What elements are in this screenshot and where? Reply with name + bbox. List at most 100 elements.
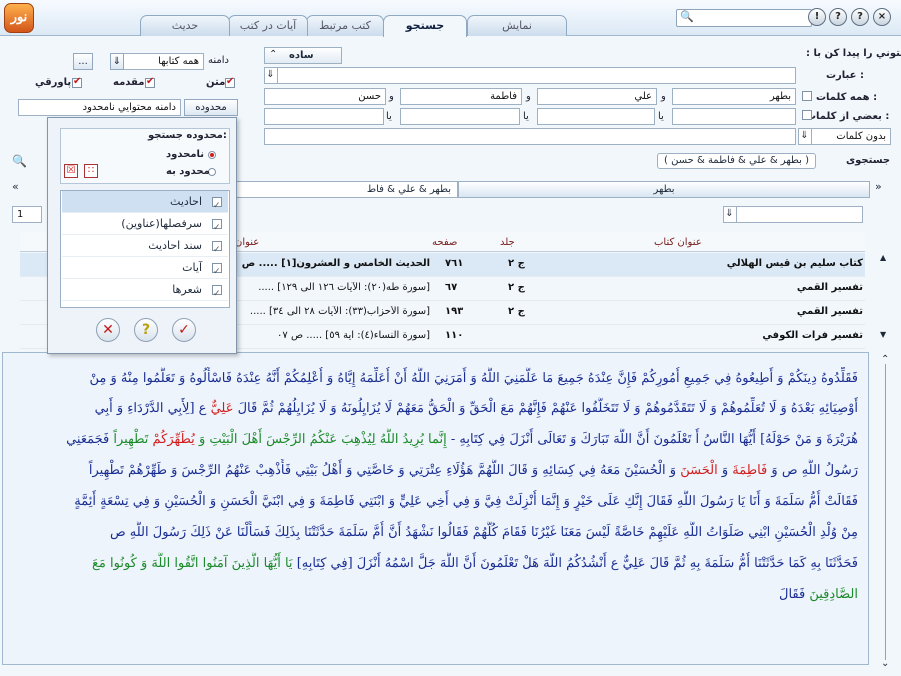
col-title-header[interactable]: عنوان bbox=[235, 237, 259, 248]
quick-search-input[interactable]: 🔍 bbox=[676, 9, 812, 27]
all-word-4-input[interactable]: حسن bbox=[264, 88, 386, 105]
search-mode-select[interactable]: ⌃ ساده bbox=[264, 47, 342, 64]
popup-help-button[interactable]: ? bbox=[134, 318, 158, 342]
all-word-2-input[interactable]: علي bbox=[537, 88, 657, 105]
range-list: احاديث سرفصلها(عناوين) سند احاديث آيات ش… bbox=[60, 190, 230, 308]
unselect-all-icon[interactable]: ☒ bbox=[64, 164, 78, 178]
chevron-down-icon[interactable]: ⇓ bbox=[110, 53, 124, 70]
search-mode-value: ساده bbox=[289, 50, 314, 61]
text-line: مِنْ وُلْدِ الْحُسَيْنِ ابْنِي صَلَوَاتُ… bbox=[109, 525, 858, 540]
radio-unlimited-label: نامحدود bbox=[166, 149, 205, 160]
chevron-up-icon: ⌃ bbox=[269, 49, 278, 60]
or-label-2: يا bbox=[523, 111, 529, 122]
search-icon: 🔍 bbox=[680, 10, 694, 23]
select-all-icon[interactable]: ∷ bbox=[84, 164, 98, 178]
some-word-4-input[interactable] bbox=[264, 108, 384, 125]
all-word-3-input[interactable]: فاطمة bbox=[400, 88, 522, 105]
and-label-1: و bbox=[661, 91, 666, 102]
row-page: ٦٧ bbox=[445, 282, 458, 293]
chevron-down-icon[interactable]: ⇓ bbox=[264, 67, 278, 84]
chevron-down-icon[interactable]: ⌄ bbox=[881, 658, 891, 669]
intro-checkbox[interactable] bbox=[145, 76, 155, 88]
list-item[interactable]: احاديث bbox=[62, 191, 228, 217]
col-book-header[interactable]: عنوان كتاب bbox=[654, 237, 702, 248]
app-logo: نور bbox=[4, 3, 34, 33]
all-words-label: همه كلمات : bbox=[816, 92, 878, 103]
text-checkbox[interactable] bbox=[225, 76, 235, 88]
hadith-text-panel: فَقَلِّدُوهُ دِينَكُمْ وَ أَطِيعُوهُ فِي… bbox=[2, 352, 869, 665]
all-words-checkbox[interactable] bbox=[802, 91, 812, 101]
find-label: متوني را پيدا كن با : bbox=[806, 48, 901, 59]
chevron-down-icon[interactable]: ▼ bbox=[880, 330, 890, 339]
row-book: تفسير القمي bbox=[796, 306, 863, 317]
text-line: رَسُولُ اللَّهِ ص وَ فَاطِمَةَ وَ الْحَس… bbox=[88, 463, 858, 478]
some-word-3-input[interactable] bbox=[400, 108, 520, 125]
options-button[interactable]: ? bbox=[851, 8, 869, 26]
and-label-2: و bbox=[526, 91, 531, 102]
row-title: [سورة النساء(٤): آية ٥٩] ..... ص ٠٧ bbox=[277, 330, 430, 341]
scope-more-button[interactable]: ... bbox=[73, 53, 93, 70]
scroll-track[interactable] bbox=[885, 364, 886, 660]
without-words-input[interactable] bbox=[264, 128, 796, 145]
col-page-header[interactable]: صفحه bbox=[432, 237, 457, 248]
tab-verses-in-books[interactable]: آيات در كتب bbox=[228, 15, 308, 36]
tab-display[interactable]: نمايش bbox=[467, 15, 567, 36]
radio-limited-label: محدود به bbox=[166, 166, 210, 177]
row-page: ١١٠ bbox=[445, 330, 464, 341]
search-range-popup: محدوده جستجو: نامحدود محدود به ☒ ∷ احادي… bbox=[47, 117, 237, 354]
chevron-right-double-icon[interactable]: » bbox=[875, 180, 882, 193]
phrase-input[interactable] bbox=[264, 67, 796, 84]
or-label-3: يا bbox=[386, 111, 392, 122]
col-vol-header[interactable]: جلد bbox=[500, 237, 515, 248]
page-number-field[interactable]: 1 bbox=[12, 206, 42, 223]
all-word-1-input[interactable]: بطهر bbox=[672, 88, 796, 105]
some-words-checkbox[interactable] bbox=[802, 110, 812, 120]
chevron-up-icon[interactable]: ⌃ bbox=[881, 354, 891, 365]
search-icon[interactable]: 🔍 bbox=[12, 154, 27, 168]
text-line: فَقَالَتْ أُمُّ سَلَمَةَ وَ أَنَا يَا رَ… bbox=[74, 494, 858, 509]
row-book: كتاب سليم بن قيس الهلالي bbox=[726, 258, 863, 269]
filter-input[interactable] bbox=[723, 206, 863, 223]
tab-search[interactable]: جستجو bbox=[383, 15, 467, 37]
row-vol: ج ٢ bbox=[508, 258, 525, 269]
chevron-left-double-icon[interactable]: « bbox=[12, 180, 19, 193]
popup-ok-button[interactable]: ✓ bbox=[172, 318, 196, 342]
row-book: تفسير القمي bbox=[796, 282, 863, 293]
search-expression[interactable]: ( بطهر & علي & فاطمة & حسن ) bbox=[657, 153, 816, 169]
close-button[interactable]: × bbox=[873, 8, 891, 26]
some-word-2-input[interactable] bbox=[537, 108, 655, 125]
chevron-down-icon[interactable]: ⇓ bbox=[723, 206, 737, 223]
help-button[interactable]: ? bbox=[829, 8, 847, 26]
chevron-up-icon[interactable]: ▲ bbox=[880, 253, 890, 262]
row-page: ٧٦١ bbox=[445, 258, 464, 269]
search-range-button[interactable]: محدوده جستجو bbox=[184, 99, 238, 128]
row-book: تفسير فرات الكوفي bbox=[762, 330, 863, 341]
row-page: ١٩٣ bbox=[445, 306, 464, 317]
intro-checkbox-label: مقدمه bbox=[113, 77, 145, 88]
list-item[interactable]: سند احاديث bbox=[62, 235, 228, 261]
tab-related-books[interactable]: كتب مرتبط bbox=[306, 15, 384, 36]
tab-hadith[interactable]: حديث bbox=[140, 15, 230, 36]
text-scrollbar[interactable]: ⌃ ⌄ bbox=[869, 352, 899, 674]
row-title: [سورة الأحزاب(٣٣): الآيات ٢٨ الى ٣٤] ...… bbox=[249, 306, 430, 317]
text-checkbox-label: متن bbox=[206, 77, 226, 88]
text-line: فَحَدَّثَنَا بِهِ كَمَا حَدَّثَتْنَا أُم… bbox=[91, 556, 858, 571]
scope-select[interactable]: همه كتابها bbox=[110, 53, 204, 70]
popup-cancel-button[interactable]: ✕ bbox=[96, 318, 120, 342]
chevron-down-icon[interactable]: ⇓ bbox=[798, 128, 812, 145]
phrase-label: عبارت : bbox=[826, 70, 864, 81]
footnote-checkbox[interactable] bbox=[72, 76, 82, 88]
list-item[interactable]: آيات bbox=[62, 257, 228, 283]
subtab-2[interactable]: بطهر & علي & فاط bbox=[236, 181, 458, 198]
row-vol: ج ٢ bbox=[508, 306, 525, 317]
list-item[interactable]: سرفصلها(عناوين) bbox=[62, 213, 228, 239]
subtab-1[interactable]: بطهر bbox=[458, 181, 870, 198]
and-label-3: و bbox=[389, 91, 394, 102]
some-word-1-input[interactable] bbox=[672, 108, 796, 125]
radio-unlimited[interactable] bbox=[208, 151, 216, 159]
list-item[interactable]: شعرها bbox=[62, 279, 228, 305]
range-group-label: محدوده جستجو: bbox=[148, 130, 227, 141]
info-button[interactable]: ! bbox=[808, 8, 826, 26]
row-title: الحديث الخامس و العشرون[١] ..... ص bbox=[241, 258, 430, 269]
some-words-label: بعضي از كلمات : bbox=[806, 111, 890, 122]
